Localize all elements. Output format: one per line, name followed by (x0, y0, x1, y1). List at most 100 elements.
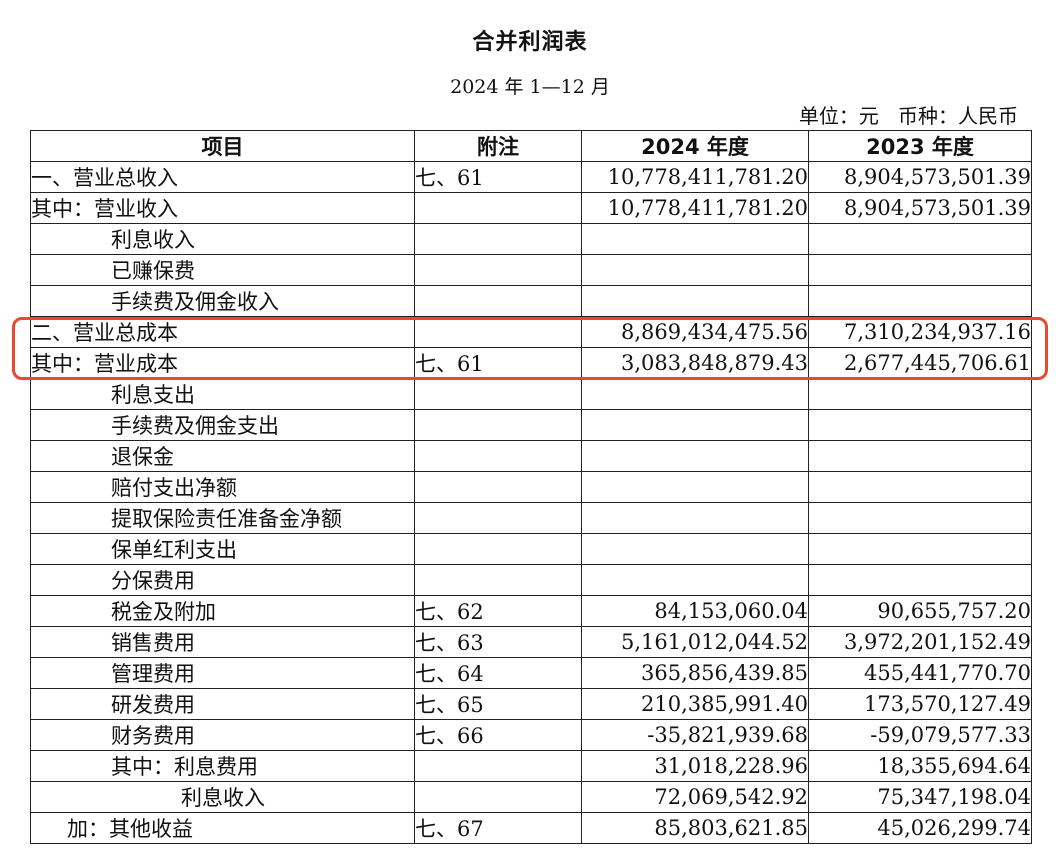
row-note: 七、63 (414, 626, 582, 658)
row-value-2023: 8,904,573,501.39 (808, 161, 1032, 193)
row-value-2023 (808, 378, 1032, 410)
table-row: 其中：营业收入 10,778,411,781.20 8,904,573,501.39 (30, 192, 1032, 224)
row-item-label: 手续费及佣金收入 (30, 285, 415, 317)
row-note (414, 316, 582, 348)
table-row: 研发费用 七、65 210,385,991.40 173,570,127.49 (30, 688, 1032, 720)
row-value-2024: 85,803,621.85 (581, 812, 809, 844)
table-row: 退保金 (30, 440, 1032, 472)
row-value-2024 (581, 254, 809, 286)
row-item-label: 其中：营业成本 (30, 347, 415, 379)
row-note (414, 471, 582, 503)
row-value-2024: 5,161,012,044.52 (581, 626, 809, 658)
row-value-2023 (808, 223, 1032, 255)
table-row: 利息收入 (30, 223, 1032, 255)
table-row: 提取保险责任准备金净额 (30, 502, 1032, 534)
row-value-2023: 8,904,573,501.39 (808, 192, 1032, 224)
row-item-label: 其中：利息费用 (30, 750, 415, 782)
row-item-label: 二、营业总成本 (30, 316, 415, 348)
row-value-2024: 31,018,228.96 (581, 750, 809, 782)
row-value-2023 (808, 564, 1032, 596)
row-item-label: 提取保险责任准备金净额 (30, 502, 415, 534)
row-note: 七、62 (414, 595, 582, 627)
table-row: 保单红利支出 (30, 533, 1032, 565)
row-item-label: 手续费及佣金支出 (30, 409, 415, 441)
row-item-label: 其中：营业收入 (30, 192, 415, 224)
row-item-label: 保单红利支出 (30, 533, 415, 565)
row-value-2024 (581, 440, 809, 472)
row-note (414, 378, 582, 410)
table-row: 二、营业总成本 8,869,434,475.56 7,310,234,937.16 (30, 316, 1032, 348)
row-item-label: 利息收入 (30, 223, 415, 255)
row-value-2023: 75,347,198.04 (808, 781, 1032, 813)
row-note: 七、61 (414, 347, 582, 379)
row-value-2024 (581, 502, 809, 534)
row-value-2024 (581, 533, 809, 565)
row-value-2024: 84,153,060.04 (581, 595, 809, 627)
row-value-2023 (808, 502, 1032, 534)
row-note: 七、61 (414, 161, 582, 193)
row-value-2024: 10,778,411,781.20 (581, 192, 809, 224)
header-2024: 2024 年度 (581, 130, 809, 162)
row-item-label: 赔付支出净额 (30, 471, 415, 503)
row-note (414, 564, 582, 596)
row-value-2024 (581, 285, 809, 317)
row-note (414, 409, 582, 441)
row-note (414, 285, 582, 317)
row-value-2024: -35,821,939.68 (581, 719, 809, 751)
row-value-2024 (581, 471, 809, 503)
row-note (414, 781, 582, 813)
row-item-label: 财务费用 (30, 719, 415, 751)
row-item-label: 退保金 (30, 440, 415, 472)
row-value-2024: 72,069,542.92 (581, 781, 809, 813)
table-header-row: 项目 附注 2024 年度 2023 年度 (30, 130, 1032, 162)
row-item-label: 一、营业总收入 (30, 161, 415, 193)
row-value-2024 (581, 564, 809, 596)
row-value-2023 (808, 440, 1032, 472)
row-value-2023 (808, 254, 1032, 286)
table-row: 销售费用 七、63 5,161,012,044.52 3,972,201,152.49 (30, 626, 1032, 658)
row-value-2023: 3,972,201,152.49 (808, 626, 1032, 658)
row-value-2023: 45,026,299.74 (808, 812, 1032, 844)
statement-title: 合并利润表 (472, 30, 588, 55)
row-note (414, 750, 582, 782)
row-value-2023: 173,570,127.49 (808, 688, 1032, 720)
row-note: 七、65 (414, 688, 582, 720)
table-row: 手续费及佣金收入 (30, 285, 1032, 317)
row-value-2024: 365,856,439.85 (581, 657, 809, 689)
table-row: 已赚保费 (30, 254, 1032, 286)
table-row: 一、营业总收入 七、61 10,778,411,781.20 8,904,573,50… (30, 161, 1032, 193)
row-item-label: 销售费用 (30, 626, 415, 658)
row-value-2024 (581, 378, 809, 410)
row-value-2024: 3,083,848,879.43 (581, 347, 809, 379)
row-note (414, 223, 582, 255)
row-note (414, 254, 582, 286)
table-body: 一、营业总收入 七、61 10,778,411,781.20 8,904,573,50… (30, 161, 1032, 844)
table-row: 加：其他收益 七、67 85,803,621.85 45,026,299.74 (30, 812, 1032, 844)
table-row: 税金及附加 七、62 84,153,060.04 90,655,757.20 (30, 595, 1032, 627)
table-row: 财务费用 七、66 -35,821,939.68 -59,079,577.33 (30, 719, 1032, 751)
row-value-2024: 10,778,411,781.20 (581, 161, 809, 193)
row-item-label: 利息支出 (30, 378, 415, 410)
row-note (414, 440, 582, 472)
row-value-2023: -59,079,577.33 (808, 719, 1032, 751)
row-value-2024: 210,385,991.40 (581, 688, 809, 720)
row-item-label: 分保费用 (30, 564, 415, 596)
row-value-2023: 18,355,694.64 (808, 750, 1032, 782)
row-item-label: 加：其他收益 (30, 812, 415, 844)
income-statement-table: 项目 附注 2024 年度 2023 年度 一、营业总收入 七、61 10,778,… (30, 130, 1032, 844)
table-row: 其中：营业成本 七、61 3,083,848,879.43 2,677,445,706… (30, 347, 1032, 379)
row-item-label: 税金及附加 (30, 595, 415, 627)
row-value-2023: 455,441,770.70 (808, 657, 1032, 689)
header-note: 附注 (414, 130, 582, 162)
row-value-2023: 2,677,445,706.61 (808, 347, 1032, 379)
row-value-2023 (808, 285, 1032, 317)
table-row: 分保费用 (30, 564, 1032, 596)
row-note: 七、66 (414, 719, 582, 751)
row-value-2023 (808, 409, 1032, 441)
row-value-2023 (808, 471, 1032, 503)
row-item-label: 已赚保费 (30, 254, 415, 286)
row-note (414, 192, 582, 224)
row-note (414, 533, 582, 565)
table-row: 利息收入 72,069,542.92 75,347,198.04 (30, 781, 1032, 813)
row-value-2023: 90,655,757.20 (808, 595, 1032, 627)
